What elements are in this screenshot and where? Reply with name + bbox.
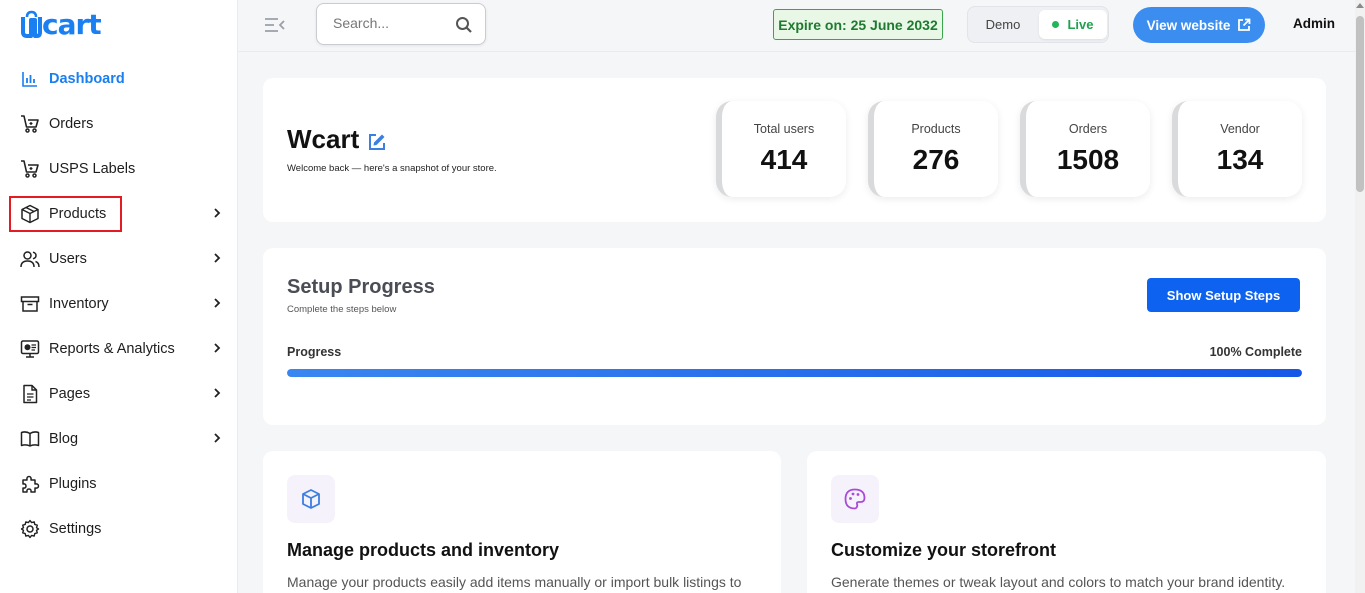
progress-value: 100% Complete — [1209, 345, 1302, 359]
sidebar-item-orders[interactable]: Orders — [0, 101, 238, 146]
stat-card-orders: Orders 1508 — [1020, 101, 1150, 197]
stat-value: 414 — [760, 144, 808, 175]
scroll-up-arrow-icon[interactable] — [1356, 3, 1364, 8]
scroll-thumb[interactable] — [1356, 16, 1364, 192]
brand-logo[interactable]: cart — [20, 6, 102, 42]
chevron-right-icon — [214, 388, 221, 398]
stat-card-vendor: Vendor 134 — [1172, 101, 1302, 197]
document-icon — [20, 384, 40, 404]
mode-demo-label: Demo — [985, 17, 1021, 32]
view-website-button[interactable]: View website — [1133, 7, 1265, 43]
users-icon — [20, 249, 40, 269]
sidebar-item-products[interactable]: Products — [0, 191, 238, 236]
stat-label: Products — [911, 122, 961, 136]
store-subtitle: Welcome back — here's a snapshot of your… — [287, 163, 497, 174]
stat-value: 134 — [1216, 144, 1264, 175]
stat-value: 276 — [912, 144, 960, 175]
view-website-label: View website — [1146, 17, 1231, 33]
bar-chart-icon — [20, 69, 40, 89]
logo-cart-icon — [21, 10, 42, 38]
mode-live-label: Live — [1067, 17, 1094, 32]
store-title: Wcart — [287, 124, 387, 155]
expiry-badge: Expire on: 25 June 2032 — [773, 9, 943, 40]
cart-icon — [20, 159, 40, 179]
cart-icon — [20, 114, 40, 134]
stat-label: Vendor — [1220, 122, 1260, 136]
sidebar-nav: Dashboard Orders USPS Labels Products Us… — [0, 56, 238, 551]
logo-text: cart — [42, 7, 102, 41]
feature-icon-wrap — [831, 475, 879, 523]
setup-subtitle: Complete the steps below — [287, 304, 397, 315]
stat-label: Orders — [1068, 122, 1108, 136]
feature-card-products[interactable]: Manage products and inventory Manage you… — [263, 451, 781, 593]
gear-icon — [20, 519, 40, 539]
stat-value: 1508 — [1056, 144, 1120, 175]
sidebar-item-label: USPS Labels — [49, 160, 136, 177]
progress-bar — [287, 369, 1302, 377]
store-summary-card: Wcart Welcome back — here's a snapshot o… — [263, 78, 1326, 222]
progress-label: Progress — [287, 345, 342, 359]
search-box — [316, 3, 486, 45]
chevron-right-icon — [214, 433, 221, 443]
chevron-right-icon — [214, 253, 221, 263]
sidebar-item-inventory[interactable]: Inventory — [0, 281, 238, 326]
search-icon[interactable] — [455, 16, 473, 34]
palette-icon — [844, 488, 866, 510]
stat-card-products: Products 276 — [868, 101, 998, 197]
sidebar-item-label: Settings — [49, 520, 102, 537]
sidebar: cart Dashboard Orders USPS Labels Produc… — [0, 0, 238, 593]
mode-demo-option[interactable]: Demo — [978, 7, 1028, 42]
page-scrollbar[interactable] — [1355, 0, 1365, 593]
sidebar-item-label: Blog — [49, 430, 79, 447]
feature-title: Manage products and inventory — [287, 540, 560, 560]
sidebar-item-label: Users — [49, 250, 87, 267]
sidebar-item-label: Plugins — [49, 475, 97, 492]
sidebar-item-pages[interactable]: Pages — [0, 371, 238, 416]
topbar: Expire on: 25 June 2032 Demo Live View w… — [238, 0, 1355, 52]
external-link-icon — [1238, 18, 1251, 31]
sidebar-item-dashboard[interactable]: Dashboard — [0, 56, 238, 101]
puzzle-icon — [20, 474, 40, 494]
cube-icon — [302, 489, 320, 509]
report-icon — [20, 339, 40, 359]
show-setup-steps-button[interactable]: Show Setup Steps — [1147, 278, 1300, 312]
book-icon — [20, 429, 40, 449]
sidebar-item-usps-labels[interactable]: USPS Labels — [0, 146, 238, 191]
progress-bar-fill — [287, 369, 1302, 377]
chevron-right-icon — [214, 343, 221, 353]
sidebar-item-blog[interactable]: Blog — [0, 416, 238, 461]
stat-card-total-users: Total users 414 — [716, 101, 846, 197]
sidebar-item-label: Reports & Analytics — [49, 340, 175, 357]
feature-card-storefront[interactable]: Customize your storefront Generate theme… — [807, 451, 1326, 593]
sidebar-item-label: Inventory — [49, 295, 109, 312]
chevron-right-icon — [214, 298, 221, 308]
sidebar-item-settings[interactable]: Settings — [0, 506, 238, 551]
sidebar-item-label: Orders — [49, 115, 94, 132]
sidebar-item-label: Pages — [49, 385, 91, 402]
sidebar-item-users[interactable]: Users — [0, 236, 238, 281]
feature-description: Manage your products easily add items ma… — [287, 574, 742, 590]
sidebar-item-label: Products — [49, 205, 107, 222]
archive-icon — [20, 294, 40, 314]
stat-label: Total users — [753, 122, 815, 136]
menu-collapse-icon[interactable] — [264, 16, 286, 34]
box-icon — [20, 204, 40, 224]
sidebar-item-label: Dashboard — [49, 70, 125, 87]
search-input[interactable] — [333, 15, 453, 31]
mode-toggle: Demo Live — [967, 6, 1109, 43]
chevron-right-icon — [214, 208, 221, 218]
edit-icon[interactable] — [367, 132, 387, 152]
feature-title: Customize your storefront — [831, 540, 1057, 560]
setup-title: Setup Progress — [287, 276, 435, 298]
store-name: Wcart — [287, 124, 360, 154]
user-menu[interactable]: Admin — [1293, 16, 1335, 31]
sidebar-item-reports-analytics[interactable]: Reports & Analytics — [0, 326, 238, 371]
feature-description: Generate themes or tweak layout and colo… — [831, 574, 1286, 590]
mode-live-option[interactable]: Live — [1039, 10, 1107, 39]
sidebar-item-plugins[interactable]: Plugins — [0, 461, 238, 506]
feature-icon-wrap — [287, 475, 335, 523]
setup-progress-card: Setup Progress Complete the steps below … — [263, 248, 1326, 425]
live-dot-icon — [1052, 21, 1060, 28]
